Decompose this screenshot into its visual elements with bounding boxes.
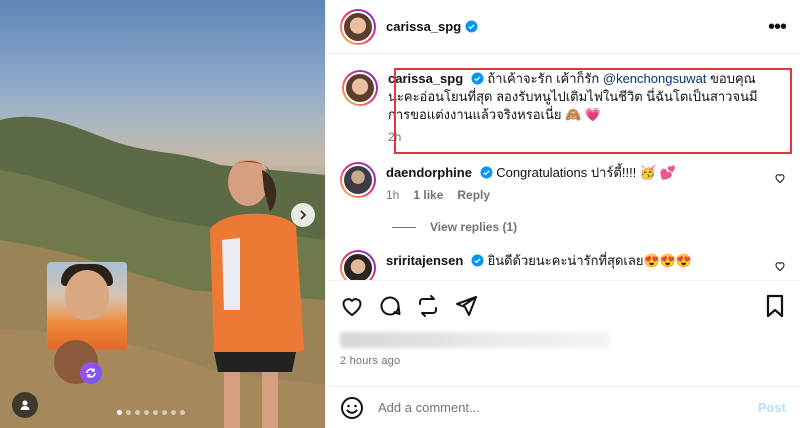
carousel-dot (162, 410, 167, 415)
caption-meta: 2h (388, 130, 778, 144)
inset-face (65, 270, 109, 320)
reply-button[interactable]: Reply (457, 188, 490, 202)
comment-body: Congratulations ปาร์ตี้!!!! 🥳 💕 (496, 165, 676, 180)
person-figure (210, 160, 304, 428)
avatar[interactable] (342, 164, 374, 196)
post-comment-button[interactable]: Post (758, 400, 786, 415)
heart-icon[interactable] (340, 294, 364, 318)
caption-avatar-ring[interactable] (342, 70, 378, 106)
carousel-dot (153, 410, 158, 415)
caption: carissa_spg ถ้าเค้าจะรัก เค้าก็รัก @kenc… (340, 64, 792, 154)
comment-text: sriritajensen ยินดีด้วยนะคะน่ารักที่สุดเ… (386, 250, 786, 270)
view-replies-button[interactable]: View replies (1) (392, 220, 786, 234)
comment-item: daendorphine Congratulations ปาร์ตี้!!!!… (340, 162, 786, 202)
carousel-dot (135, 410, 140, 415)
more-icon[interactable]: ••• (768, 17, 787, 37)
avatar[interactable] (342, 252, 374, 280)
add-comment-bar: Post (326, 386, 800, 428)
likes-summary-blurred (340, 332, 610, 348)
verified-icon (471, 254, 484, 267)
header-avatar-ring[interactable] (340, 8, 376, 45)
post-time: 2 hours ago (340, 355, 401, 367)
carousel-dot (144, 410, 149, 415)
post-details-panel: carissa_spg ••• carissa_spg ถ้าเค้าจะรัก… (325, 0, 800, 428)
carousel-dot (126, 410, 131, 415)
video-inset[interactable] (47, 262, 127, 350)
post-header: carissa_spg ••• (326, 0, 800, 54)
bookmark-icon[interactable] (764, 294, 786, 318)
caption-mention-link[interactable]: @kenchongsuwat (603, 71, 707, 86)
comment-like-heart-icon[interactable] (774, 172, 786, 184)
send-icon[interactable] (454, 294, 478, 318)
verified-icon (471, 72, 484, 85)
comment-input[interactable] (378, 400, 744, 415)
avatar[interactable] (344, 72, 376, 104)
user-tag-icon[interactable] (12, 392, 38, 418)
comment-avatar-ring[interactable] (340, 250, 376, 280)
verified-icon (465, 20, 478, 33)
view-replies-label: View replies (1) (430, 220, 518, 234)
comment-body: ยินดีด้วยนะคะน่ารักที่สุดเลย😍😍😍 (487, 253, 693, 268)
carousel-dot (171, 410, 176, 415)
comment-likes[interactable]: 1 like (413, 188, 443, 202)
comment-avatar-ring[interactable] (340, 162, 376, 198)
carousel-dots (117, 410, 185, 415)
caption-time: 2h (388, 130, 402, 144)
avatar[interactable] (342, 10, 374, 43)
post-photo[interactable] (0, 0, 325, 428)
comment-text: daendorphine Congratulations ปาร์ตี้!!!!… (386, 162, 786, 182)
carousel-dot (180, 410, 185, 415)
replies-divider (392, 226, 416, 228)
reels-badge-icon (80, 362, 102, 384)
comment-meta: 1h 1 like Reply (386, 188, 786, 202)
comment-time: 1h (386, 188, 400, 202)
caption-username[interactable]: carissa_spg (388, 71, 463, 86)
chevron-right-icon[interactable] (291, 203, 315, 227)
repost-icon[interactable] (416, 294, 440, 318)
comment-username[interactable]: sriritajensen (386, 253, 463, 268)
action-bar (326, 280, 800, 330)
emoji-icon[interactable] (340, 396, 364, 420)
caption-text: carissa_spg ถ้าเค้าจะรัก เค้าก็รัก @kenc… (388, 70, 778, 124)
comments-list[interactable]: carissa_spg ถ้าเค้าจะรัก เค้าก็รัก @kenc… (326, 54, 800, 280)
verified-icon (480, 166, 493, 179)
comment-username[interactable]: daendorphine (386, 165, 472, 180)
caption-text-before: ถ้าเค้าจะรัก เค้าก็รัก (487, 71, 603, 86)
comment-item: sriritajensen ยินดีด้วยนะคะน่ารักที่สุดเ… (340, 250, 786, 280)
comment-icon[interactable] (378, 294, 402, 318)
header-username[interactable]: carissa_spg (386, 19, 461, 34)
comment-like-heart-icon[interactable] (774, 260, 786, 272)
carousel-dot (117, 410, 122, 415)
